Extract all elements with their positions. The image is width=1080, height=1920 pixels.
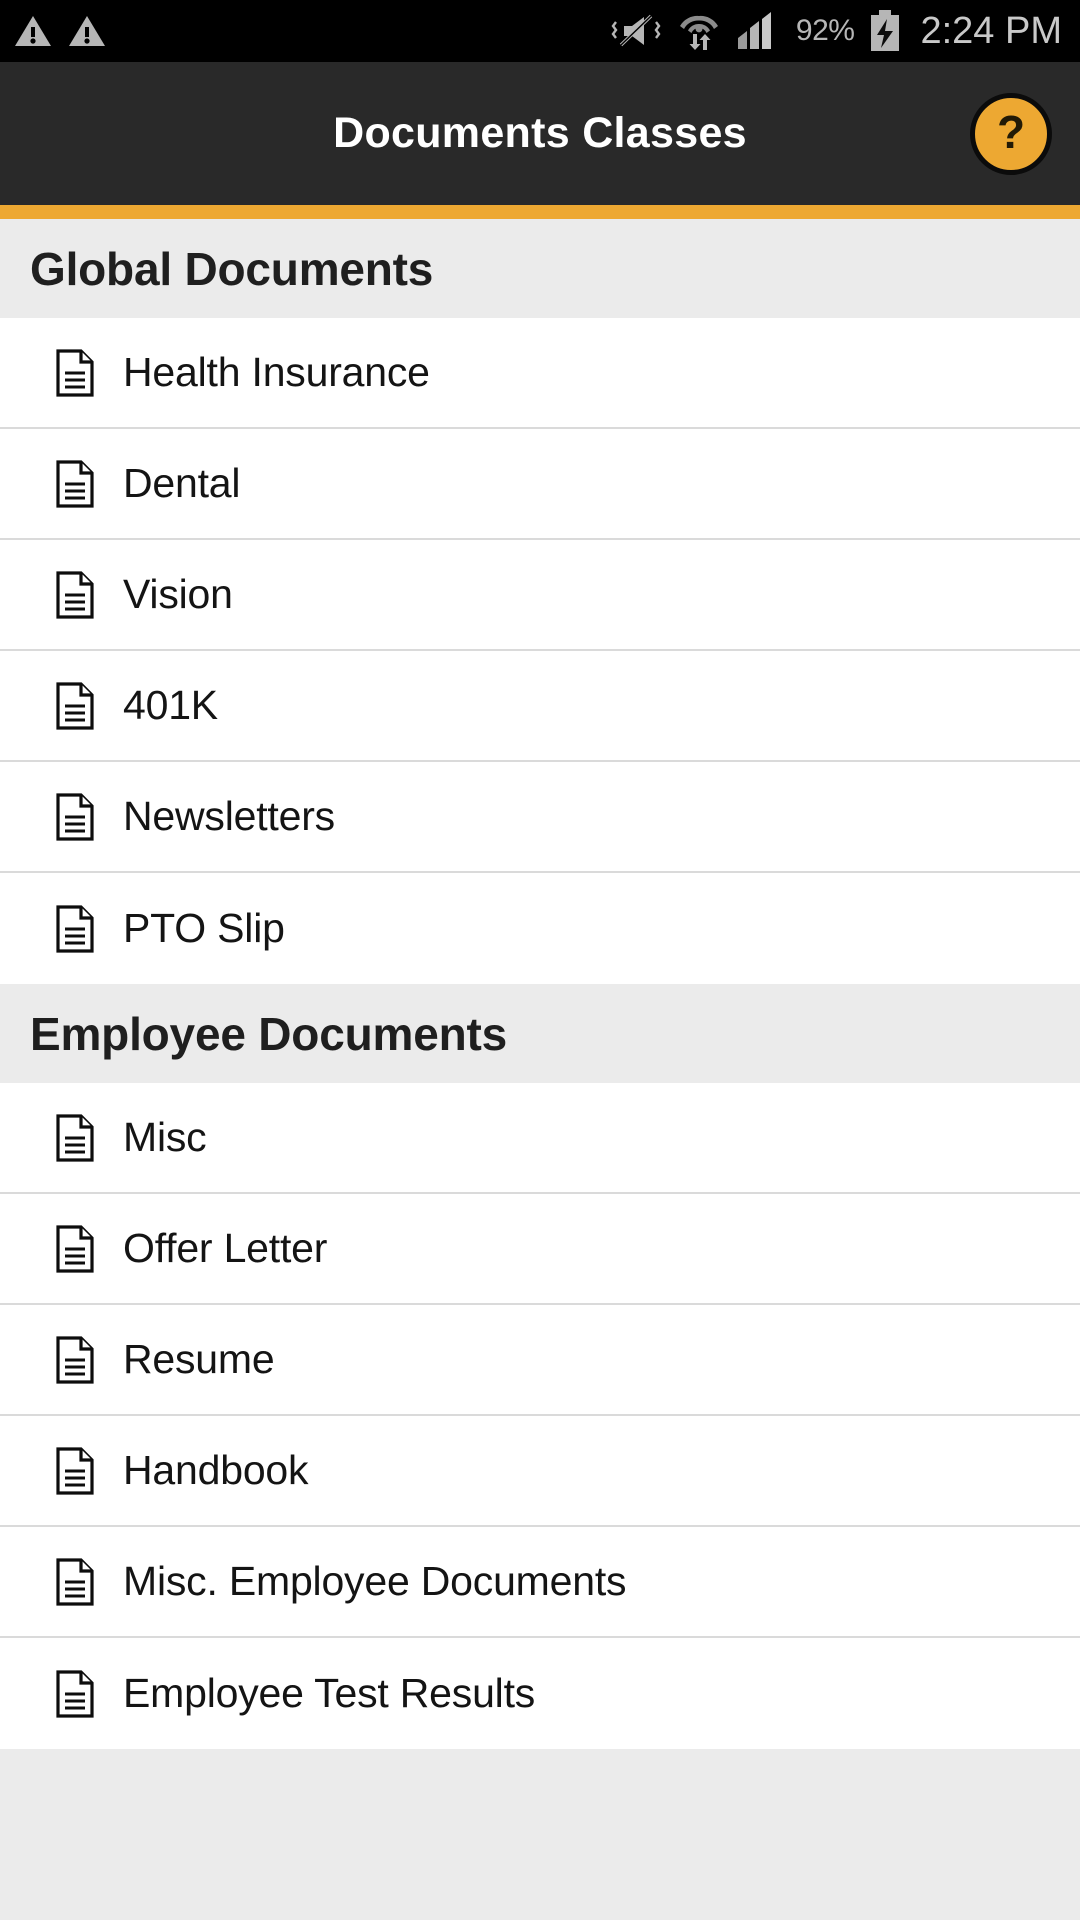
app-title-bar: Documents Classes ? [0, 62, 1080, 205]
document-icon [55, 904, 95, 953]
document-icon [55, 1113, 95, 1162]
document-icon [55, 459, 95, 508]
document-icon [55, 681, 95, 730]
document-icon [55, 792, 95, 841]
list-item[interactable]: Health Insurance [0, 318, 1080, 429]
document-icon [55, 1557, 95, 1606]
status-bar: 92% 2:24 PM [0, 0, 1080, 62]
document-icon [55, 1669, 95, 1718]
list-item[interactable]: Misc [0, 1083, 1080, 1194]
document-icon [55, 1224, 95, 1273]
list-item-label: Misc [123, 1114, 207, 1160]
list-item-label: Offer Letter [123, 1225, 328, 1271]
list-item-label: Dental [123, 460, 241, 506]
section-header: Global Documents [0, 219, 1080, 318]
page-title: Documents Classes [333, 109, 747, 157]
section-header-label: Global Documents [30, 242, 434, 295]
section-header-label: Employee Documents [30, 1007, 507, 1060]
list-item[interactable]: Employee Test Results [0, 1638, 1080, 1749]
list-item[interactable]: Dental [0, 429, 1080, 540]
app-screen: 92% 2:24 PM Documents Classes ? Global D… [0, 0, 1080, 1920]
list-item[interactable]: Newsletters [0, 762, 1080, 873]
document-classes-list: Global Documents Health Insurance Dental Vi… [0, 219, 1080, 1749]
battery-percent-label: 92% [795, 14, 855, 47]
list-item-label: Vision [123, 571, 233, 617]
list-item-label: Employee Test Results [123, 1670, 536, 1716]
document-icon [55, 1335, 95, 1384]
list-item[interactable]: PTO Slip [0, 873, 1080, 984]
footer-spacer [0, 1749, 1080, 1920]
document-icon [55, 1446, 95, 1495]
list-item-label: Health Insurance [123, 349, 430, 395]
list-item-label: Newsletters [123, 793, 335, 839]
cellular-signal-icon [736, 11, 782, 51]
list-item-label: PTO Slip [123, 905, 285, 951]
list-item[interactable]: Vision [0, 540, 1080, 651]
status-bar-left-icons [14, 14, 106, 48]
help-question-mark-icon: ? [996, 106, 1026, 158]
list-item[interactable]: Handbook [0, 1416, 1080, 1527]
battery-charging-icon [868, 9, 902, 53]
document-icon [55, 348, 95, 397]
list-item[interactable]: Misc. Employee Documents [0, 1527, 1080, 1638]
list-item-label: Resume [123, 1336, 275, 1382]
warning-triangle-icon [68, 14, 106, 48]
list-item-label: Handbook [123, 1447, 309, 1493]
section-header: Employee Documents [0, 984, 1080, 1083]
list-item-label: Misc. Employee Documents [123, 1558, 627, 1604]
status-bar-right-icons: 92% 2:24 PM [610, 9, 1062, 53]
wifi-data-transfer-icon [676, 10, 722, 52]
clock-label: 2:24 PM [920, 9, 1062, 52]
document-icon [55, 570, 95, 619]
list-item[interactable]: Resume [0, 1305, 1080, 1416]
warning-triangle-icon [14, 14, 52, 48]
list-item-label: 401K [123, 682, 218, 728]
list-item[interactable]: 401K [0, 651, 1080, 762]
vibrate-off-icon [610, 12, 662, 50]
help-button[interactable]: ? [970, 92, 1052, 175]
accent-divider [0, 205, 1080, 219]
list-item[interactable]: Offer Letter [0, 1194, 1080, 1305]
